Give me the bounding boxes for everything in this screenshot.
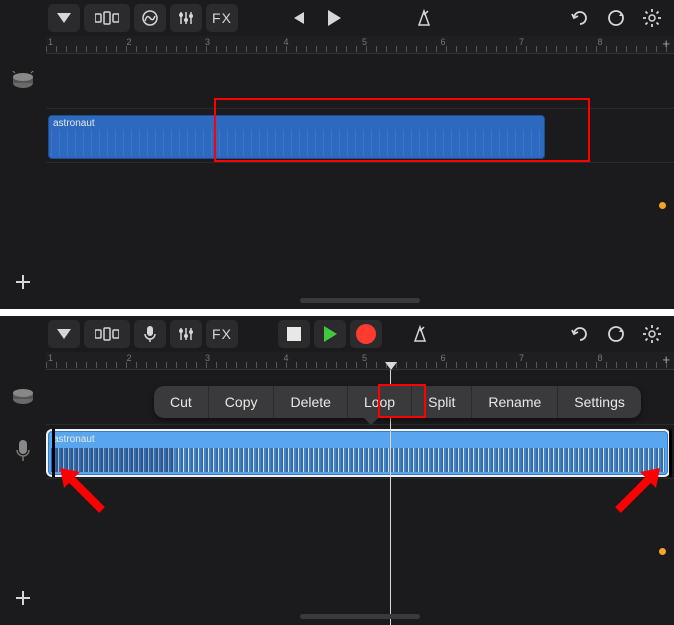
horizontal-scrollbar[interactable] <box>300 614 420 619</box>
metronome-button[interactable] <box>404 320 436 348</box>
context-menu: CutCopyDeleteLoopSplitRenameSettings <box>154 386 641 418</box>
ruler-number: 1 <box>48 37 53 47</box>
ruler-number: 6 <box>441 37 446 47</box>
context-menu-item-settings[interactable]: Settings <box>558 386 641 418</box>
ruler-number: 7 <box>519 37 524 47</box>
context-menu-item-delete[interactable]: Delete <box>274 386 347 418</box>
record-icon <box>356 324 376 344</box>
ruler-number: 4 <box>284 353 289 363</box>
loop-button[interactable] <box>600 320 632 348</box>
drums-icon <box>9 71 37 91</box>
metronome-button[interactable] <box>408 4 440 32</box>
horizontal-scrollbar[interactable] <box>300 298 420 303</box>
track-settings-button[interactable] <box>48 320 80 348</box>
microphone-icon <box>14 438 32 464</box>
context-menu-item-copy[interactable]: Copy <box>209 386 275 418</box>
microphone-button[interactable] <box>134 320 166 348</box>
fx-button[interactable]: FX <box>206 4 238 32</box>
ruler-number: 2 <box>127 353 132 363</box>
ruler-number: 5 <box>362 353 367 363</box>
audio-region[interactable]: astronaut <box>48 431 668 475</box>
marker-dot <box>659 548 666 555</box>
add-track-button[interactable] <box>0 571 46 625</box>
context-menu-item-split[interactable]: Split <box>412 386 472 418</box>
automation-button[interactable] <box>134 4 166 32</box>
context-menu-item-cut[interactable]: Cut <box>154 386 209 418</box>
context-menu-item-rename[interactable]: Rename <box>472 386 558 418</box>
undo-button[interactable] <box>564 4 596 32</box>
mixer-button[interactable] <box>170 320 202 348</box>
add-measure-icon[interactable]: + <box>662 37 670 50</box>
annotation-arrow-right <box>608 462 668 522</box>
annotation-arrow-left <box>54 462 114 522</box>
ruler-number: 7 <box>519 353 524 363</box>
fx-button[interactable]: FX <box>206 320 238 348</box>
track-headers <box>0 370 46 625</box>
region-handle-right[interactable] <box>669 429 672 477</box>
region-name: astronaut <box>53 434 95 445</box>
region-name: astronaut <box>53 118 95 129</box>
view-mode-button[interactable] <box>84 320 130 348</box>
ruler-number: 4 <box>284 37 289 47</box>
toolbar-top: FX <box>0 0 674 36</box>
midi-region[interactable]: astronaut <box>48 115 545 159</box>
record-button[interactable] <box>350 320 382 348</box>
ruler-number: 3 <box>205 37 210 47</box>
track-head-drums[interactable] <box>0 370 46 424</box>
track-head-mic[interactable] <box>0 424 46 478</box>
add-measure-icon[interactable]: + <box>662 353 670 366</box>
ruler-number: 3 <box>205 353 210 363</box>
play-button[interactable] <box>314 320 346 348</box>
add-track-button[interactable] <box>0 255 46 309</box>
ruler[interactable]: + 1 2 3 4 5 6 7 8 <box>46 352 674 370</box>
ruler-number: 6 <box>441 353 446 363</box>
ruler-number: 8 <box>598 37 603 47</box>
drums-icon <box>9 387 37 407</box>
track-head-drums[interactable] <box>0 54 46 108</box>
loop-button[interactable] <box>600 4 632 32</box>
ruler-number: 8 <box>598 353 603 363</box>
marker-dot <box>659 202 666 209</box>
toolbar-bottom: FX <box>0 316 674 352</box>
ruler-number: 1 <box>48 353 53 363</box>
settings-gear-button[interactable] <box>636 4 668 32</box>
track-headers <box>0 54 46 309</box>
ruler-number: 2 <box>127 37 132 47</box>
mixer-button[interactable] <box>170 4 202 32</box>
stop-button[interactable] <box>278 320 310 348</box>
context-menu-item-loop[interactable]: Loop <box>348 386 412 418</box>
track-head-region[interactable] <box>0 108 46 162</box>
undo-button[interactable] <box>564 320 596 348</box>
track-settings-button[interactable] <box>48 4 80 32</box>
view-mode-button[interactable] <box>84 4 130 32</box>
ruler-number: 5 <box>362 37 367 47</box>
ruler[interactable]: + 1 2 3 4 5 6 7 8 <box>46 36 674 54</box>
timeline[interactable]: astronaut <box>46 54 674 309</box>
rewind-button[interactable] <box>282 4 314 32</box>
settings-gear-button[interactable] <box>636 320 668 348</box>
play-button[interactable] <box>318 4 350 32</box>
